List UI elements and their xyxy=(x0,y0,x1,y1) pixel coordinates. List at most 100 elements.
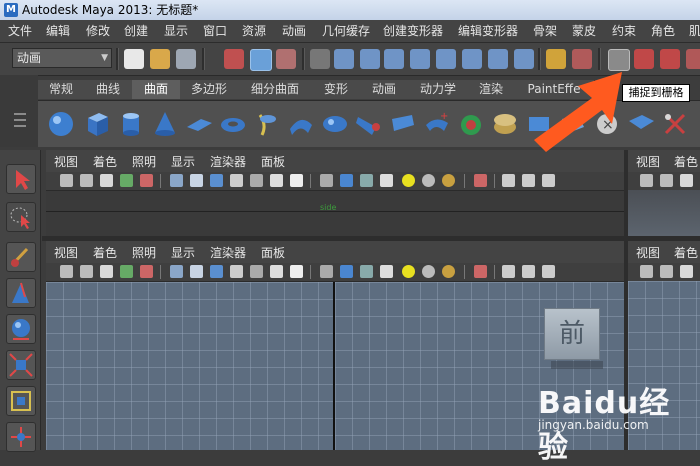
bookmark-icon[interactable] xyxy=(680,174,693,187)
menu-display[interactable]: 显示 xyxy=(164,20,188,42)
grid-icon[interactable] xyxy=(170,265,183,278)
field-chart-icon[interactable] xyxy=(250,174,263,187)
nurbs-cone-icon[interactable] xyxy=(150,109,180,139)
use-all-lights-icon[interactable] xyxy=(402,265,415,278)
smooth-shade-icon[interactable] xyxy=(340,265,353,278)
image-plane-icon[interactable] xyxy=(120,174,133,187)
manipulator-tool-icon[interactable] xyxy=(6,422,36,452)
wireframe-icon[interactable] xyxy=(320,174,333,187)
camera-attributes-icon[interactable] xyxy=(660,265,673,278)
revolve-icon[interactable] xyxy=(252,109,282,139)
isolate-select-icon[interactable] xyxy=(474,265,487,278)
camera-icon[interactable] xyxy=(60,174,73,187)
safe-title-icon[interactable] xyxy=(290,174,303,187)
shelf-tab-surfaces[interactable]: 曲面 xyxy=(132,80,181,99)
bookmark-icon[interactable] xyxy=(100,265,113,278)
menu-muscle[interactable]: 肌 xyxy=(689,20,700,42)
smooth-shade-icon[interactable] xyxy=(340,174,353,187)
bookmark-icon[interactable] xyxy=(680,265,693,278)
select-tool-icon[interactable] xyxy=(6,164,36,194)
shelf-tab-deformation[interactable]: 变形 xyxy=(312,80,361,99)
menu-edit-deformers[interactable]: 编辑变形器 xyxy=(458,20,518,42)
xray-components-icon[interactable] xyxy=(542,265,555,278)
camera-attributes-icon[interactable] xyxy=(80,265,93,278)
panel-menu-view[interactable]: 视图 xyxy=(636,244,660,261)
wireframe-on-shaded-icon[interactable] xyxy=(360,174,373,187)
xray-components-icon[interactable] xyxy=(542,174,555,187)
panel-menu-show[interactable]: 显示 xyxy=(171,244,195,261)
new-scene-icon[interactable] xyxy=(124,49,144,69)
shelf-tab-polygons[interactable]: 多边形 xyxy=(180,80,239,99)
project-curve-icon[interactable] xyxy=(456,109,486,139)
isolate-select-icon[interactable] xyxy=(474,174,487,187)
image-plane-icon[interactable] xyxy=(120,265,133,278)
film-gate-icon[interactable] xyxy=(190,174,203,187)
shadows-icon[interactable] xyxy=(422,265,435,278)
xray-joints-icon[interactable] xyxy=(522,265,535,278)
select-object-icon[interactable] xyxy=(250,49,272,71)
gate-mask-icon[interactable] xyxy=(230,174,243,187)
bevel-plus-icon[interactable]: + xyxy=(422,109,452,139)
nurbs-sphere-icon[interactable] xyxy=(46,109,76,139)
select-hierarchy-icon[interactable] xyxy=(224,49,244,69)
shelf-tab-dynamics[interactable]: 动力学 xyxy=(408,80,469,99)
trim-tool-icon[interactable] xyxy=(490,109,520,139)
menu-character[interactable]: 角色 xyxy=(651,20,675,42)
default-light-icon[interactable] xyxy=(442,265,455,278)
select-deformations-icon[interactable] xyxy=(436,49,456,69)
textured-icon[interactable] xyxy=(380,265,393,278)
menu-constrain[interactable]: 约束 xyxy=(612,20,636,42)
panel-menu-view[interactable]: 视图 xyxy=(636,153,660,170)
grid-icon[interactable] xyxy=(170,174,183,187)
snap-to-view-planes-icon[interactable] xyxy=(686,49,700,69)
default-light-icon[interactable] xyxy=(442,174,455,187)
viewport-top-right[interactable] xyxy=(628,190,700,236)
menu-animate[interactable]: 动画 xyxy=(282,20,306,42)
view-cube[interactable]: 前 xyxy=(544,308,603,369)
menu-edit[interactable]: 编辑 xyxy=(46,20,70,42)
select-joints-icon[interactable] xyxy=(360,49,380,69)
2d-pan-zoom-icon[interactable] xyxy=(140,265,153,278)
cut-surface-icon[interactable] xyxy=(660,109,690,139)
nurbs-cube-icon[interactable] xyxy=(82,109,112,139)
open-scene-icon[interactable] xyxy=(150,49,170,69)
safe-action-icon[interactable] xyxy=(270,265,283,278)
camera-icon[interactable] xyxy=(640,174,653,187)
snap-to-curves-icon[interactable] xyxy=(634,49,654,69)
sculpt-tool-icon[interactable] xyxy=(6,278,36,308)
scale-tool-icon[interactable] xyxy=(6,350,36,380)
nurbs-plane-icon[interactable] xyxy=(184,109,214,139)
menu-skeleton[interactable]: 骨架 xyxy=(533,20,557,42)
shelf-tab-subdivs[interactable]: 细分曲面 xyxy=(238,80,313,99)
camera-attributes-icon[interactable] xyxy=(660,174,673,187)
planar-icon[interactable] xyxy=(320,109,350,139)
select-dynamics-icon[interactable] xyxy=(462,49,482,69)
2d-pan-zoom-icon[interactable] xyxy=(140,174,153,187)
xray-icon[interactable] xyxy=(502,174,515,187)
loft-icon[interactable] xyxy=(286,109,316,139)
panel-menu-lighting[interactable]: 照明 xyxy=(132,244,156,261)
resolution-gate-icon[interactable] xyxy=(210,174,223,187)
film-gate-icon[interactable] xyxy=(190,265,203,278)
panel-menu-panels[interactable]: 面板 xyxy=(261,244,285,261)
shelf-tab-general[interactable]: 常规 xyxy=(38,80,85,99)
select-handles-icon[interactable] xyxy=(334,49,354,69)
transform-cube-tool-icon[interactable] xyxy=(6,386,36,416)
panel-menu-lighting[interactable]: 照明 xyxy=(132,153,156,170)
panel-menu-view[interactable]: 视图 xyxy=(54,244,78,261)
birail-icon[interactable] xyxy=(388,109,418,139)
snap-to-points-icon[interactable] xyxy=(660,49,680,69)
select-curves-icon[interactable] xyxy=(384,49,404,69)
field-chart-icon[interactable] xyxy=(250,265,263,278)
menu-file[interactable]: 文件 xyxy=(8,20,32,42)
lasso-tool-icon[interactable] xyxy=(6,202,36,232)
menu-skin[interactable]: 蒙皮 xyxy=(572,20,596,42)
panel-menu-renderer[interactable]: 渲染器 xyxy=(210,244,246,261)
shelf-options[interactable] xyxy=(0,75,38,147)
gate-mask-icon[interactable] xyxy=(230,265,243,278)
wireframe-on-shaded-icon[interactable] xyxy=(360,265,373,278)
select-surfaces-icon[interactable] xyxy=(410,49,430,69)
paint-select-tool-icon[interactable] xyxy=(6,242,36,272)
panel-menu-shading[interactable]: 着色 xyxy=(674,153,698,170)
textured-icon[interactable] xyxy=(380,174,393,187)
